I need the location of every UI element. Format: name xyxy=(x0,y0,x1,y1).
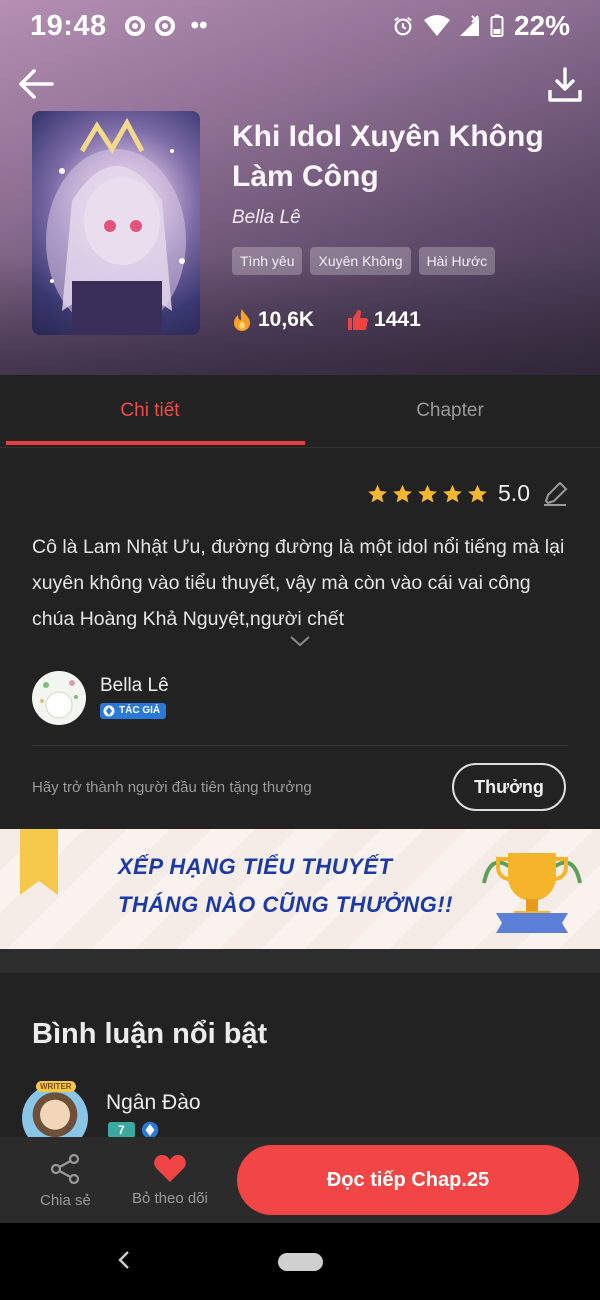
author-badge: TÁC GIẢ xyxy=(100,702,167,719)
commenter-name[interactable]: Ngân Đào xyxy=(106,1091,201,1115)
genre-tags: Tình yêu Xuyên Không Hài Hước xyxy=(232,247,496,275)
commenter-level-badge: 7 xyxy=(108,1122,135,1138)
rating-value: 5.0 xyxy=(498,480,530,506)
book-title: Khi Idol Xuyên Không Làm Công xyxy=(232,120,544,193)
views-stat: 10,6K xyxy=(232,308,314,332)
likes-count: 1441 xyxy=(374,308,421,331)
chevron-down-icon xyxy=(290,636,310,647)
star-icon xyxy=(443,484,462,502)
book-description: Cô là Lam Nhật Ưu, đường đường là một id… xyxy=(32,536,565,630)
book-stats: 10,6K 1441 xyxy=(232,308,453,332)
continue-reading-button[interactable]: Đọc tiếp Chap.25 xyxy=(237,1145,579,1215)
download-button[interactable] xyxy=(546,66,584,104)
book-author[interactable]: Bella Lê xyxy=(232,207,301,229)
genre-tag[interactable]: Tình yêu xyxy=(232,247,303,275)
edit-icon[interactable] xyxy=(542,481,568,507)
divider xyxy=(32,745,568,746)
share-label: Chia sẻ xyxy=(40,1192,91,1209)
status-bar: 19:48 •• 22% xyxy=(0,0,600,52)
signal-icon xyxy=(459,15,479,36)
tab-details[interactable]: Chi tiết xyxy=(0,375,300,447)
star-icon xyxy=(393,484,412,502)
chrome-icon xyxy=(124,16,145,36)
expand-description-button[interactable] xyxy=(288,634,312,653)
banner-subline: THÁNG NÀO CŨNG THƯỞNG!! xyxy=(118,892,453,917)
battery-icon xyxy=(490,14,504,37)
writer-frame-label: WRITER xyxy=(36,1081,76,1092)
reward-prompt: Hãy trở thành người đầu tiên tặng thưởng xyxy=(32,779,312,796)
wifi-icon xyxy=(423,15,450,36)
banner-headline: XẾP HẠNG TIỂU THUYẾT xyxy=(118,854,393,879)
author-avatar[interactable] xyxy=(32,671,86,725)
more-notifications-icon: •• xyxy=(190,12,208,39)
diamond-icon xyxy=(103,705,115,716)
system-nav-bar xyxy=(0,1223,600,1300)
alarm-icon xyxy=(394,16,412,36)
back-button[interactable] xyxy=(16,64,56,104)
genre-tag[interactable]: Xuyên Không xyxy=(310,247,411,275)
author-badge-label: TÁC GIẢ xyxy=(119,705,161,716)
star-icon xyxy=(418,484,437,502)
share-icon xyxy=(51,1153,80,1185)
heart-icon xyxy=(154,1155,186,1182)
nav-home-pill[interactable] xyxy=(278,1253,323,1271)
trophy-icon xyxy=(482,853,582,933)
section-divider xyxy=(0,949,600,973)
bookmark-ribbon-icon xyxy=(20,829,58,895)
chrome-icon xyxy=(154,16,175,36)
likes-stat: 1441 xyxy=(346,308,421,332)
status-time: 19:48 xyxy=(30,9,107,42)
author-name[interactable]: Bella Lê xyxy=(100,675,169,697)
tab-bar: Chi tiết Chapter xyxy=(0,375,600,448)
unfollow-button[interactable]: Bỏ theo dõi xyxy=(132,1152,208,1207)
active-tab-indicator xyxy=(6,441,305,445)
thumbs-up-icon xyxy=(348,310,369,330)
genre-tag[interactable]: Hài Hước xyxy=(418,247,496,275)
download-icon xyxy=(548,67,582,102)
promo-banner[interactable] xyxy=(0,829,600,949)
arrow-left-icon xyxy=(19,69,54,99)
reward-button[interactable]: Thưởng xyxy=(452,763,566,811)
unfollow-label: Bỏ theo dõi xyxy=(132,1190,208,1207)
book-cover xyxy=(32,111,200,335)
author-card[interactable]: Bella Lê TÁC GIẢ xyxy=(32,671,169,725)
comments-section-title: Bình luận nổi bật xyxy=(32,1018,268,1050)
star-icon xyxy=(368,484,387,502)
battery-percent: 22% xyxy=(513,10,570,41)
star-icon xyxy=(468,484,487,502)
share-button[interactable]: Chia sẻ xyxy=(40,1152,91,1209)
rating: 5.0 xyxy=(367,480,568,507)
views-count: 10,6K xyxy=(258,308,315,331)
nav-back-icon[interactable] xyxy=(116,1249,132,1271)
tab-chapter[interactable]: Chapter xyxy=(300,375,600,447)
fire-icon xyxy=(234,309,250,331)
